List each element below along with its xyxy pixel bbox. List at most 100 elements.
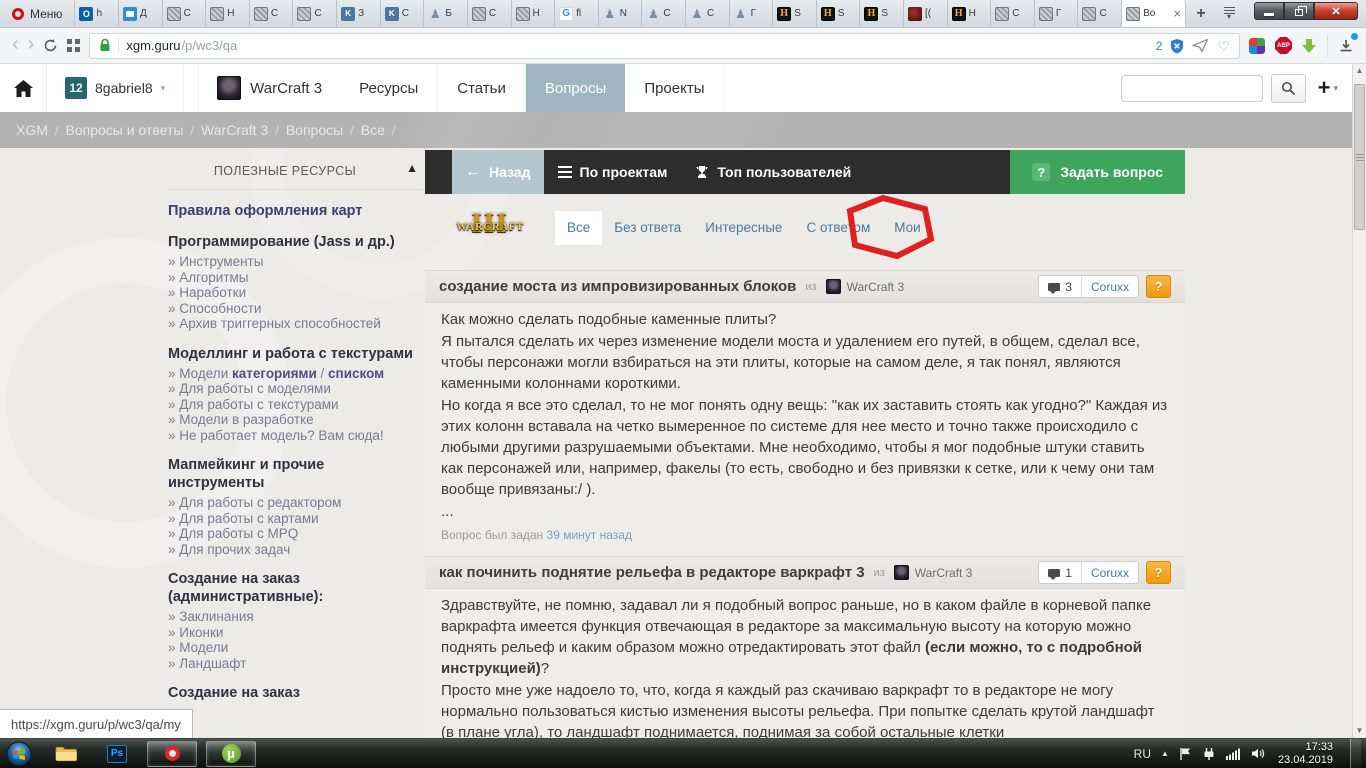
browser-tab[interactable]: fl bbox=[555, 0, 599, 27]
sidebar-link[interactable]: » Для прочих задач bbox=[168, 542, 422, 558]
network-signal-icon[interactable] bbox=[1225, 747, 1241, 760]
breadcrumb-item[interactable]: XGM bbox=[16, 122, 48, 138]
opera-menu-button[interactable]: Меню bbox=[0, 0, 76, 27]
top-users-button[interactable]: Топ пользователей bbox=[681, 150, 865, 194]
browser-tab[interactable]: С bbox=[642, 0, 686, 27]
page-scrollbar[interactable]: ▲ ▼ bbox=[1352, 64, 1366, 738]
question-title[interactable]: создание моста из импровизированных блок… bbox=[439, 278, 796, 295]
savefrom-arrow-icon[interactable] bbox=[1302, 39, 1316, 53]
sidebar-link[interactable]: » Способности bbox=[168, 301, 422, 317]
breadcrumb-item[interactable]: Вопросы и ответы bbox=[66, 122, 184, 138]
sidebar-link[interactable]: » Для работы с картами bbox=[168, 511, 422, 527]
breadcrumb-item[interactable]: WarCraft 3 bbox=[201, 122, 268, 138]
footer-time[interactable]: 39 минут назад bbox=[547, 528, 632, 542]
search-input[interactable] bbox=[1120, 74, 1263, 102]
browser-tab[interactable]: Г bbox=[730, 0, 774, 27]
sidebar-link[interactable]: » Модели в разработке bbox=[168, 412, 422, 428]
comment-count-button[interactable]: 3 bbox=[1039, 276, 1082, 297]
comment-count-button[interactable]: 1 bbox=[1039, 562, 1082, 583]
language-indicator[interactable]: RU bbox=[1134, 747, 1151, 761]
browser-tab[interactable]: h bbox=[75, 0, 120, 27]
chevron-up-icon[interactable]: ▲ bbox=[406, 161, 418, 175]
downloads-button[interactable] bbox=[1327, 32, 1358, 57]
url-field[interactable]: xgm.guru /p/wc3/qa 2 ♡ bbox=[89, 32, 1240, 59]
sidebar-header[interactable]: ПОЛЕЗНЫЕ РЕСУРСЫ ▲ bbox=[168, 158, 422, 190]
new-tab-button[interactable]: + bbox=[1186, 0, 1216, 27]
browser-tab[interactable]: Н bbox=[948, 0, 992, 27]
sidebar-link[interactable]: » Архив триггерных способностей bbox=[168, 316, 422, 332]
sidebar-link[interactable]: » Не работает модель? Вам сюда! bbox=[168, 428, 422, 444]
by-projects-button[interactable]: По проектам bbox=[544, 150, 682, 194]
sidebar-link[interactable]: » Для работы с текстурами bbox=[168, 397, 422, 413]
search-button[interactable] bbox=[1270, 73, 1306, 103]
browser-tab[interactable]: Н bbox=[512, 0, 556, 27]
browser-tab[interactable]: С bbox=[991, 0, 1035, 27]
browser-tab[interactable]: З bbox=[337, 0, 381, 27]
browser-tab[interactable]: Н bbox=[206, 0, 250, 27]
tab-menu-button[interactable]: ▾ bbox=[1216, 0, 1242, 27]
sidebar-link[interactable]: » Модели bbox=[168, 640, 422, 656]
clock[interactable]: 17:33 23.04.2019 bbox=[1278, 741, 1333, 767]
help-badge[interactable]: ? bbox=[1146, 275, 1171, 298]
sidebar-link[interactable]: » Ландшафт bbox=[168, 656, 422, 672]
taskbar-opera-button[interactable] bbox=[147, 740, 197, 767]
filter-tab[interactable]: Интересные bbox=[693, 211, 794, 245]
sidebar-link[interactable]: » Заклинания bbox=[168, 609, 422, 625]
project-link[interactable]: WarCraft 3 bbox=[915, 566, 973, 580]
author-link[interactable]: Coruxx bbox=[1082, 566, 1138, 580]
action-center-flag-icon[interactable] bbox=[1179, 747, 1192, 761]
speed-dial-button[interactable] bbox=[67, 39, 81, 52]
reload-button[interactable] bbox=[43, 38, 58, 53]
help-badge[interactable]: ? bbox=[1146, 561, 1171, 584]
sidebar-link[interactable]: » Наработки bbox=[168, 285, 422, 301]
browser-tab[interactable]: С bbox=[381, 0, 425, 27]
browser-tab[interactable]: С bbox=[250, 0, 294, 27]
user-menu[interactable]: 12 8gabriel8 ▾ bbox=[46, 64, 185, 112]
filter-tab[interactable]: Все bbox=[555, 211, 603, 245]
browser-tab[interactable]: С bbox=[468, 0, 512, 27]
sidebar-link[interactable]: » Модели категориями / списком bbox=[168, 366, 422, 382]
start-button[interactable] bbox=[2, 739, 36, 768]
taskbar-utorrent-button[interactable]: µ bbox=[206, 740, 256, 767]
breadcrumb-item[interactable]: Все bbox=[361, 122, 385, 138]
browser-tab[interactable]: С bbox=[163, 0, 207, 27]
hidden-icons-chevron[interactable]: ▲ bbox=[1161, 749, 1169, 758]
filter-tab[interactable]: С ответом bbox=[794, 211, 882, 245]
browser-tab[interactable]: S bbox=[773, 0, 817, 27]
nav-item[interactable]: Статьи bbox=[438, 64, 526, 112]
project-link[interactable]: WarCraft 3 bbox=[847, 280, 905, 294]
volume-icon[interactable] bbox=[1251, 747, 1266, 760]
ask-question-button[interactable]: ? Задать вопрос bbox=[1010, 150, 1185, 194]
power-plug-icon[interactable] bbox=[1202, 747, 1216, 761]
extension-rgb-icon[interactable] bbox=[1249, 37, 1265, 54]
scrollbar-thumb[interactable] bbox=[1354, 84, 1365, 230]
home-button[interactable] bbox=[0, 64, 46, 112]
browser-tab[interactable]: С bbox=[1078, 0, 1123, 27]
sidebar-section-title[interactable]: Правила оформления карт bbox=[168, 202, 422, 220]
question-title[interactable]: как починить поднятие рельефа в редактор… bbox=[439, 564, 865, 581]
back-button[interactable]: ‹ bbox=[12, 34, 19, 54]
filter-tab[interactable]: Без ответа bbox=[602, 211, 693, 245]
filter-tab[interactable]: Мои bbox=[882, 211, 932, 245]
browser-tab[interactable]: С bbox=[686, 0, 730, 27]
site-link[interactable]: WarCraft 3 bbox=[198, 64, 340, 112]
restore-button[interactable] bbox=[1284, 2, 1314, 20]
nav-item[interactable]: Вопросы bbox=[525, 64, 626, 112]
minimize-button[interactable] bbox=[1254, 2, 1284, 20]
scroll-up-icon[interactable]: ▲ bbox=[1353, 64, 1366, 78]
sidebar-link[interactable]: » Иконки bbox=[168, 625, 422, 641]
sidebar-link[interactable]: » Алгоритмы bbox=[168, 270, 422, 286]
tab-close-icon[interactable]: × bbox=[1173, 7, 1181, 20]
author-link[interactable]: Coruxx bbox=[1082, 280, 1138, 294]
browser-tab[interactable]: Д bbox=[119, 0, 163, 27]
sidebar-link[interactable]: » Для работы с редактором bbox=[168, 495, 422, 511]
sidebar-link[interactable]: » Для работы с MPQ bbox=[168, 526, 422, 542]
browser-tab[interactable]: [( bbox=[904, 0, 948, 27]
bookmark-heart-icon[interactable]: ♡ bbox=[1217, 39, 1230, 53]
nav-item[interactable]: Проекты bbox=[625, 64, 725, 112]
browser-tab[interactable]: Г bbox=[1035, 0, 1079, 27]
taskbar-photoshop-button[interactable]: Ps bbox=[96, 741, 138, 767]
back-nav-button[interactable]: ← Назад bbox=[452, 150, 544, 194]
taskbar-explorer-button[interactable] bbox=[45, 741, 87, 767]
close-button[interactable]: × bbox=[1314, 2, 1358, 20]
